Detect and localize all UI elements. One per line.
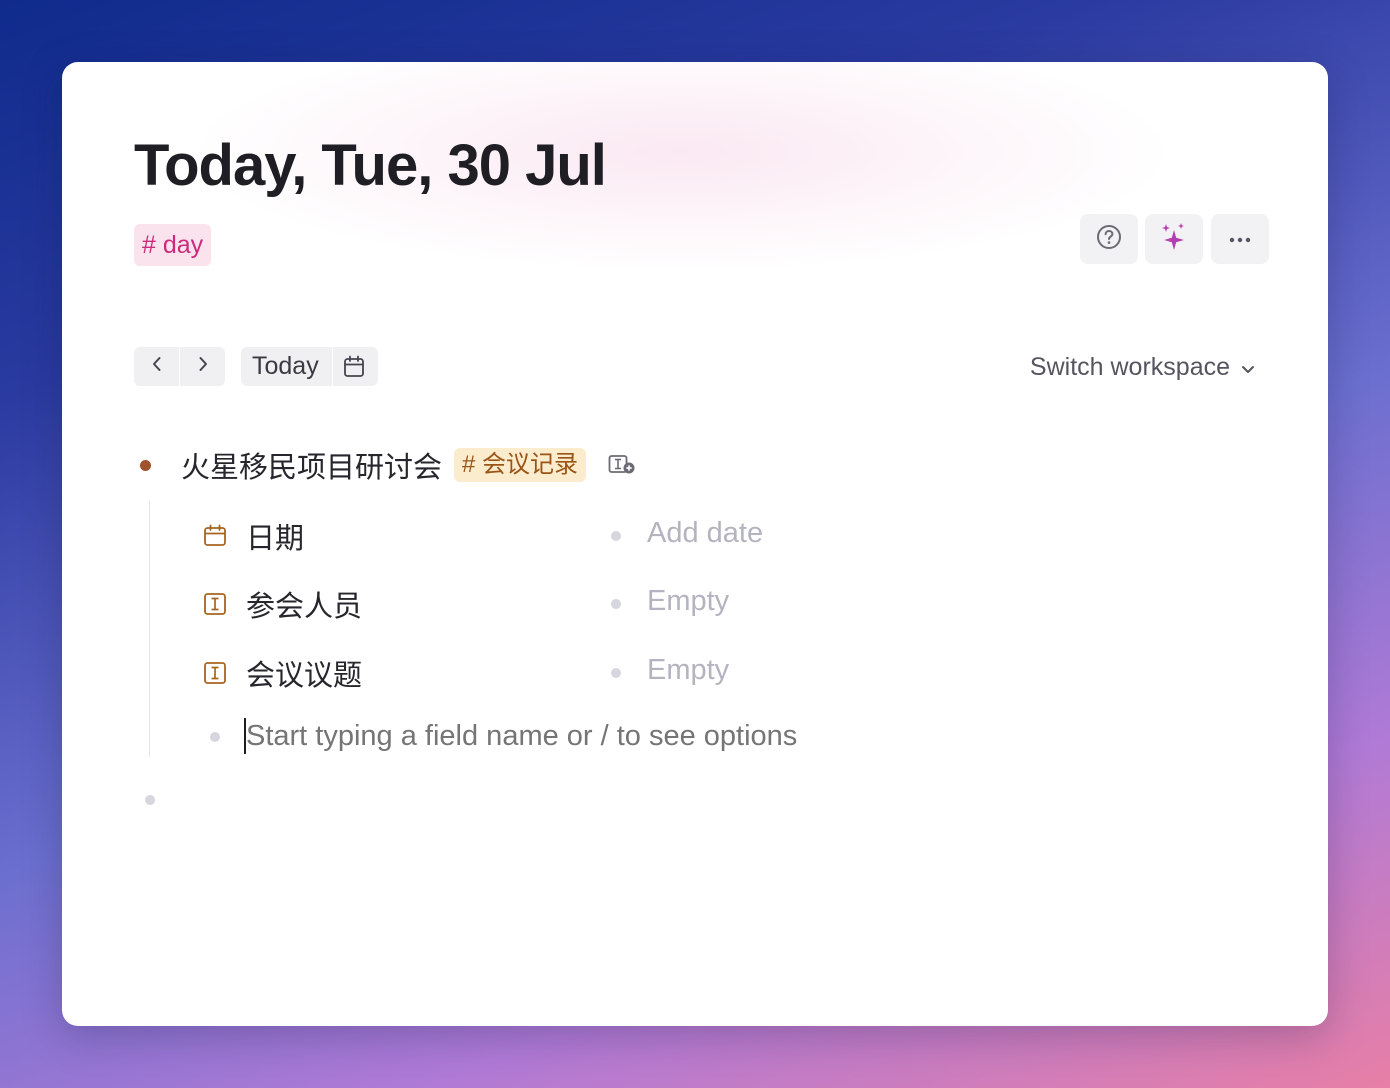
node-title[interactable]: 火星移民项目研讨会	[181, 444, 442, 486]
switch-workspace-dropdown[interactable]: Switch workspace	[1030, 349, 1256, 385]
field-value-attendees[interactable]: Empty	[647, 585, 729, 618]
meeting-supertag[interactable]: # 会议记录	[454, 448, 587, 482]
chevron-down-icon	[1240, 353, 1256, 382]
empty-node-bullet[interactable]	[145, 795, 155, 805]
text-field-icon	[202, 592, 228, 616]
date-nav	[134, 347, 225, 386]
add-field-icon[interactable]	[608, 453, 636, 477]
day-supertag[interactable]: # day	[134, 224, 212, 266]
field-value-bullet	[611, 668, 621, 678]
today-label: Today	[252, 352, 319, 380]
field-label[interactable]: 会议议题	[246, 652, 362, 694]
new-field-bullet	[210, 732, 220, 742]
more-button[interactable]	[1211, 214, 1269, 264]
journal-card: Today, Tue, 30 Jul # day Today Switch wo…	[62, 62, 1328, 1026]
field-row-agenda: 会议议题	[202, 651, 362, 695]
chevron-left-icon	[151, 356, 163, 377]
field-value-bullet	[611, 599, 621, 609]
header-glow	[62, 62, 1328, 362]
page-title: Today, Tue, 30 Jul	[134, 133, 607, 198]
calendar-icon	[202, 524, 228, 548]
calendar-icon[interactable]	[343, 355, 365, 384]
help-button[interactable]	[1080, 214, 1138, 264]
today-button[interactable]: Today	[241, 347, 378, 386]
next-day-button[interactable]	[180, 347, 225, 386]
today-divider	[332, 347, 333, 386]
new-field-input[interactable]	[246, 719, 946, 753]
field-label[interactable]: 日期	[246, 515, 304, 557]
field-label[interactable]: 参会人员	[246, 583, 362, 625]
node-bullet[interactable]	[140, 459, 151, 471]
children-indent-line	[149, 501, 150, 757]
help-icon	[1096, 224, 1122, 255]
field-value-bullet	[611, 531, 621, 541]
switch-workspace-label: Switch workspace	[1029, 352, 1230, 381]
field-row-attendees: 参会人员	[202, 582, 362, 626]
ai-button[interactable]	[1145, 214, 1203, 264]
field-value-agenda[interactable]: Empty	[647, 654, 729, 687]
prev-day-button[interactable]	[134, 347, 179, 386]
new-field-row	[244, 714, 946, 758]
field-row-date: 日期	[202, 514, 304, 558]
ellipsis-icon	[1229, 230, 1251, 248]
meeting-node: 火星移民项目研讨会 # 会议记录	[140, 445, 636, 485]
sparkles-icon	[1160, 222, 1188, 257]
text-field-icon	[202, 661, 228, 685]
chevron-right-icon	[197, 356, 209, 377]
field-value-date[interactable]: Add date	[647, 517, 763, 550]
